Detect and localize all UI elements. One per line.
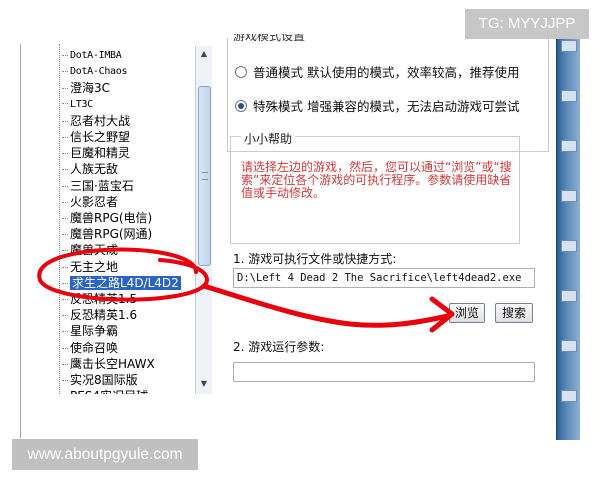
tree-branch — [62, 266, 68, 268]
watermark-bottom-left: www.aboutpgyule.com — [12, 439, 198, 470]
edge-item — [561, 240, 577, 252]
scroll-thumb[interactable] — [198, 86, 211, 266]
help-title: 小小帮助 — [241, 130, 296, 147]
exe-path-field[interactable]: D:\Left 4 Dead 2 The Sacrifice\left4dead… — [233, 268, 535, 288]
tree-item[interactable]: 魔兽RPG(网通) — [62, 226, 152, 242]
tree-item[interactable]: DotA-IMBA — [62, 48, 122, 64]
tree-branch — [62, 218, 68, 219]
tree-item[interactable]: 反恐精英1.6 — [62, 307, 137, 323]
settings-panel: 游戏模式设置 普通模式 默认使用的模式，效率较高，推荐使用 特殊模式 增强兼容的… — [225, 24, 555, 434]
tree-item[interactable]: LT3C — [62, 97, 93, 113]
radio-normal[interactable] — [235, 65, 247, 78]
tree-scrollbar[interactable]: ▲ ▼ — [195, 46, 212, 394]
tree-item-label: 求生之路L4D/L4D2 — [70, 275, 181, 290]
tree-item[interactable]: 忍者村大战 — [62, 113, 130, 129]
tree-branch — [62, 153, 68, 155]
watermark-top-right: TG: MYYJJPP — [465, 9, 589, 39]
search-button[interactable]: 搜索 — [495, 303, 533, 323]
tree-item-label: 星际争霸 — [70, 324, 119, 339]
grip-icon — [202, 172, 208, 180]
tree-item[interactable]: 火影忍者 — [62, 194, 118, 210]
tree-branch — [62, 299, 68, 300]
tree-item-label: 火影忍者 — [70, 194, 119, 209]
tree-item-label: 鹰击长空HAWX — [70, 356, 155, 371]
edge-item — [561, 140, 577, 152]
tree-branch — [62, 250, 68, 252]
tree-item[interactable]: DotA-Chaos — [62, 64, 128, 80]
tree-branch — [62, 315, 68, 317]
tree-item[interactable]: 信长之野望 — [62, 129, 130, 145]
tree-item[interactable]: 巨魔和精灵 — [62, 145, 130, 161]
tree-branch — [62, 103, 68, 105]
tree-item-label: 反恐精英1.6 — [70, 308, 138, 323]
tree-item[interactable]: 魔兽天成 — [62, 242, 118, 258]
tree-branch — [62, 331, 68, 333]
tree-branch — [62, 380, 68, 381]
tree-item-label: 澄海3C — [70, 81, 111, 96]
tree-item-label: 魔兽RPG(电信) — [70, 211, 153, 225]
edge-item — [561, 40, 577, 52]
scroll-down-icon[interactable]: ▼ — [198, 378, 210, 390]
tree-branch — [62, 137, 68, 138]
tree-item[interactable]: PES4实况足球 — [62, 388, 148, 394]
tree-item-label: 信长之野望 — [70, 130, 131, 144]
desktop-edge-strip — [556, 30, 580, 440]
tree-item-label: 实况8国际版 — [70, 373, 138, 387]
tree-connector — [59, 44, 60, 394]
tree-item-label: PES4实况足球 — [70, 389, 148, 394]
mode-special-label: 特殊模式 增强兼容的模式，无法启动游戏可尝试 — [253, 99, 520, 114]
tree-item[interactable]: 三国·蓝宝石 — [62, 178, 134, 194]
tree-branch — [62, 88, 68, 90]
tree-item[interactable]: 求生之路L4D/L4D2 — [62, 275, 181, 291]
tree-item-label: 使命召唤 — [70, 340, 119, 355]
tree-branch — [62, 185, 68, 187]
tree-item[interactable]: 人族无敌 — [62, 161, 118, 177]
tree-item-label: 忍者村大战 — [70, 113, 131, 128]
game-tree[interactable]: DotA-IMBA DotA-Chaos 澄海3C LT3C 忍者村大战信长之野望巨魔和… — [22, 44, 212, 394]
tree-item[interactable]: 实况8国际版 — [62, 372, 138, 388]
tree-branch — [62, 70, 68, 72]
radio-special[interactable] — [235, 99, 247, 112]
tree-branch — [62, 347, 68, 349]
tree-item-label: 反恐精英1.5 — [70, 292, 138, 306]
scroll-up-icon[interactable]: ▲ — [198, 48, 210, 60]
tree-item[interactable]: 使命召唤 — [62, 340, 118, 356]
edge-item — [561, 390, 577, 402]
tree-item-label: 巨魔和精灵 — [70, 146, 131, 161]
edge-item — [561, 190, 577, 202]
tree-branch — [62, 234, 68, 236]
tree-item-label: DotA-Chaos — [70, 66, 128, 78]
tree-item[interactable]: 反恐精英1.5 — [62, 291, 137, 307]
tree-branch — [62, 201, 68, 203]
tree-item[interactable]: 魔兽RPG(电信) — [62, 210, 152, 226]
tree-branch — [62, 120, 68, 122]
edge-item — [561, 290, 577, 302]
help-box: 小小帮助 请选择左边的游戏，然后，您可以通过“浏览”或“搜索”来定位各个游戏的可… — [230, 130, 520, 244]
tree-branch — [62, 169, 68, 171]
tree-item-label: 魔兽天成 — [70, 243, 119, 258]
help-text: 请选择左边的游戏，然后，您可以通过“浏览”或“搜索”来定位各个游戏的可执行程序。… — [241, 160, 512, 200]
tree-item-label: 三国·蓝宝石 — [70, 178, 134, 193]
mode-normal-label: 普通模式 默认使用的模式，效率较高，推荐使用 — [253, 65, 520, 80]
tree-item-label: 魔兽RPG(网通) — [70, 227, 153, 242]
mode-special-option[interactable]: 特殊模式 增强兼容的模式，无法启动游戏可尝试 — [235, 96, 519, 115]
exe-label: 1. 游戏可执行文件或快捷方式: — [233, 252, 397, 266]
tree-item[interactable]: 鹰击长空HAWX — [62, 356, 155, 372]
tree-item-label: LT3C — [70, 98, 93, 110]
tree-item-label: 无主之地 — [70, 259, 119, 274]
tree-branch — [62, 363, 68, 365]
tree-item-label: 人族无敌 — [70, 162, 119, 177]
tree-item-label: DotA-IMBA — [70, 50, 122, 61]
params-field[interactable] — [233, 362, 535, 382]
edge-item — [561, 340, 577, 352]
tree-item[interactable]: 澄海3C — [62, 80, 110, 96]
tree-item[interactable]: 星际争霸 — [62, 323, 118, 339]
mode-normal-option[interactable]: 普通模式 默认使用的模式，效率较高，推荐使用 — [235, 62, 519, 81]
tree-branch — [62, 282, 68, 284]
browse-button[interactable]: 浏览 — [449, 303, 485, 323]
tree-item[interactable]: 无主之地 — [62, 259, 118, 275]
tree-branch — [62, 54, 68, 56]
params-label: 2. 游戏运行参数: — [233, 340, 325, 354]
edge-item — [561, 90, 577, 102]
